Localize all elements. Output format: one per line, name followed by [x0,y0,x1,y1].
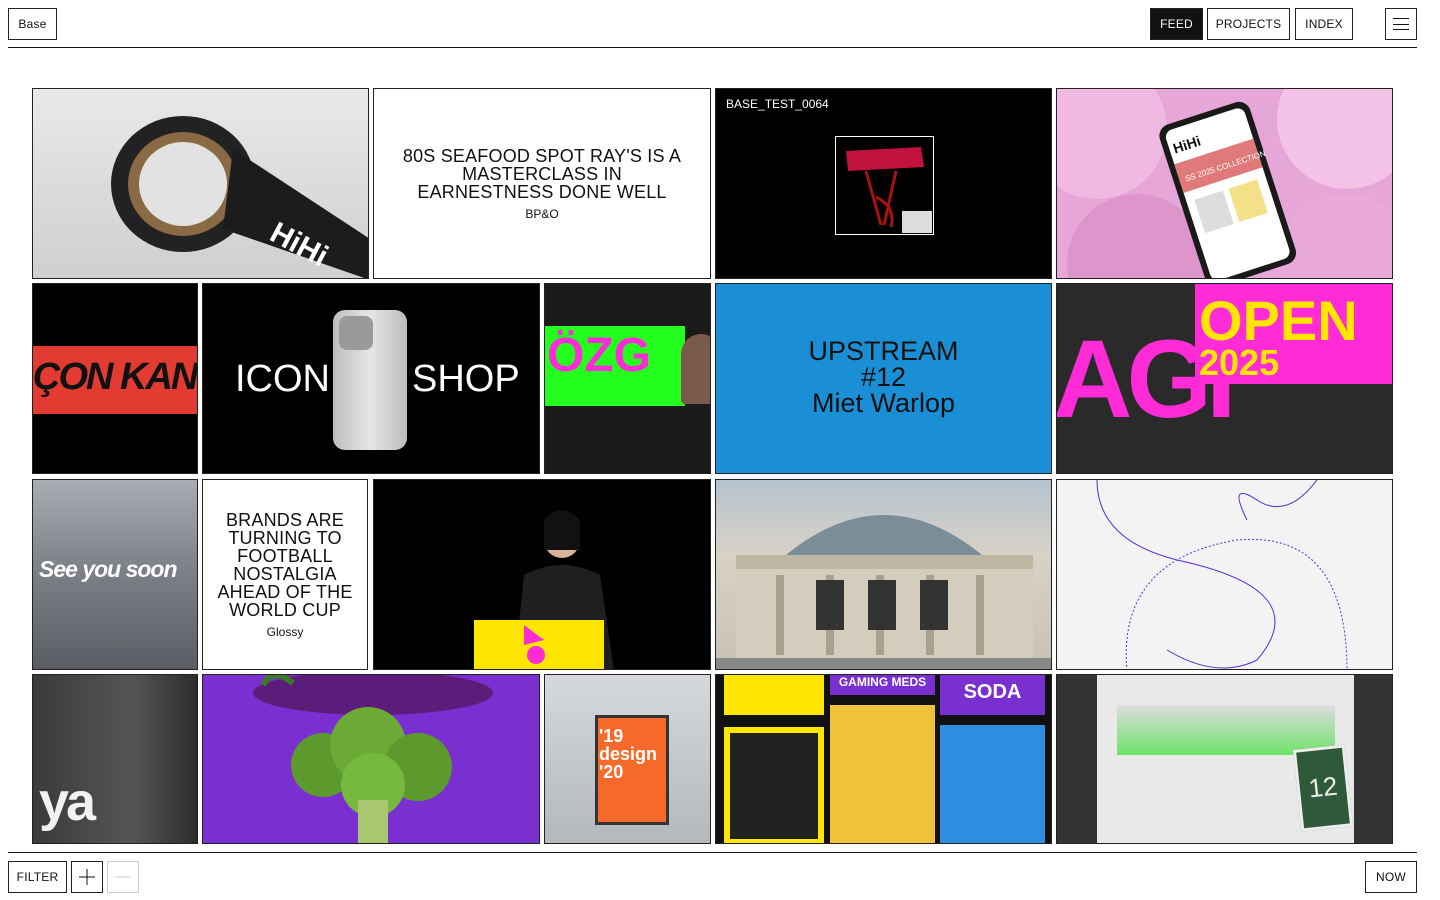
minus-icon [115,876,131,878]
gaming-text: GAMING MEDS [830,675,935,695]
feed-tile-agi-open[interactable]: AGI OPEN 2025 [1056,283,1393,474]
chair-thumbnail [835,136,934,235]
zoom-out-button[interactable] [107,861,139,893]
card-number: 12 [1292,744,1354,832]
tab-index[interactable]: INDEX [1295,8,1353,40]
feed-tile-upstream[interactable]: UPSTREAM #12 Miet Warlop [715,283,1052,474]
tile-text: ya [39,772,96,832]
poster-year-top: '19 [599,726,624,746]
tab-feed[interactable]: FEED [1150,8,1203,40]
feed-tile-palais[interactable] [715,479,1052,670]
upstream-number: #12 [860,362,907,392]
tile-text-left: ICON [235,358,330,400]
feed-tile-speaker[interactable] [373,479,711,670]
vegetables-image [253,675,493,843]
soda-text: SODA [940,675,1045,715]
article-headline: BRANDS ARE TURNING TO FOOTBALL NOSTALGIA… [217,509,353,620]
feed-tile-base-test[interactable]: BASE_TEST_0064 [715,88,1052,279]
feed-tile-menu-card[interactable]: 12 [1056,674,1393,844]
tile-text: ÖZG [547,329,651,382]
feed-tile-gaming[interactable]: GAMING MEDS SODA [715,674,1052,844]
article-headline: 80S SEAFOOD SPOT RAY'S IS A MASTERCLASS … [402,145,682,202]
tile-text-right: SHOP [412,358,520,400]
tile-text: See you soon [39,556,178,582]
now-button[interactable]: NOW [1365,861,1417,893]
feed-grid: HiHi 80S SEAFOOD SPOT RAY'S IS A MASTERC… [32,88,1393,844]
upstream-artist: Miet Warlop [811,388,956,418]
poster-word: design [599,744,658,764]
tab-projects[interactable]: PROJECTS [1207,8,1290,40]
feed-tile-article[interactable]: BRANDS ARE TURNING TO FOOTBALL NOSTALGIA… [202,479,368,670]
feed-tile-vegetables[interactable] [202,674,540,844]
menu-button[interactable] [1385,8,1417,40]
year-text: 2025 [1199,342,1280,383]
feed-tile-tape[interactable]: HiHi [32,88,369,279]
tape-roll-image: HiHi [111,116,368,278]
poster-year-bottom: '20 [599,762,624,782]
feed-tile-icon-shop[interactable]: ICON SHOP [202,283,540,474]
article-source: BP&O [525,206,559,221]
feed-tile-city[interactable]: See you soon [32,479,198,670]
brand-button[interactable]: Base [8,8,57,40]
bottom-bar: FILTER NOW [8,852,1417,900]
article-source: Glossy [266,624,304,639]
palais-image [716,515,1051,669]
tile-label: BASE_TEST_0064 [726,97,829,111]
feed-tile-design-poster[interactable]: '19 design '20 [544,674,711,844]
feed-tile-ozg[interactable]: ÖZG [544,283,711,474]
feed-tile-article[interactable]: 80S SEAFOOD SPOT RAY'S IS A MASTERCLASS … [373,88,711,279]
hamburger-icon [1393,18,1409,30]
phone-back-image [333,310,407,450]
filter-button[interactable]: FILTER [8,861,67,893]
feed-tile-phone[interactable]: HiHi SS 2025 COLLECTION [1056,88,1393,279]
feed-tile-museum[interactable]: ya [32,674,198,844]
line-art-image [1096,480,1348,669]
speaker-image [474,510,614,669]
tile-text: ÇON KAN [33,356,197,398]
top-bar: Base FEED PROJECTS INDEX [8,8,1417,48]
feed-tile-lines[interactable] [1056,479,1393,670]
upstream-title: UPSTREAM [808,336,959,366]
plus-icon [79,869,95,885]
feed-tile-icon-kan[interactable]: ÇON KAN [32,283,198,474]
phone-image: HiHi SS 2025 COLLECTION [1057,89,1392,278]
zoom-in-button[interactable] [71,861,103,893]
